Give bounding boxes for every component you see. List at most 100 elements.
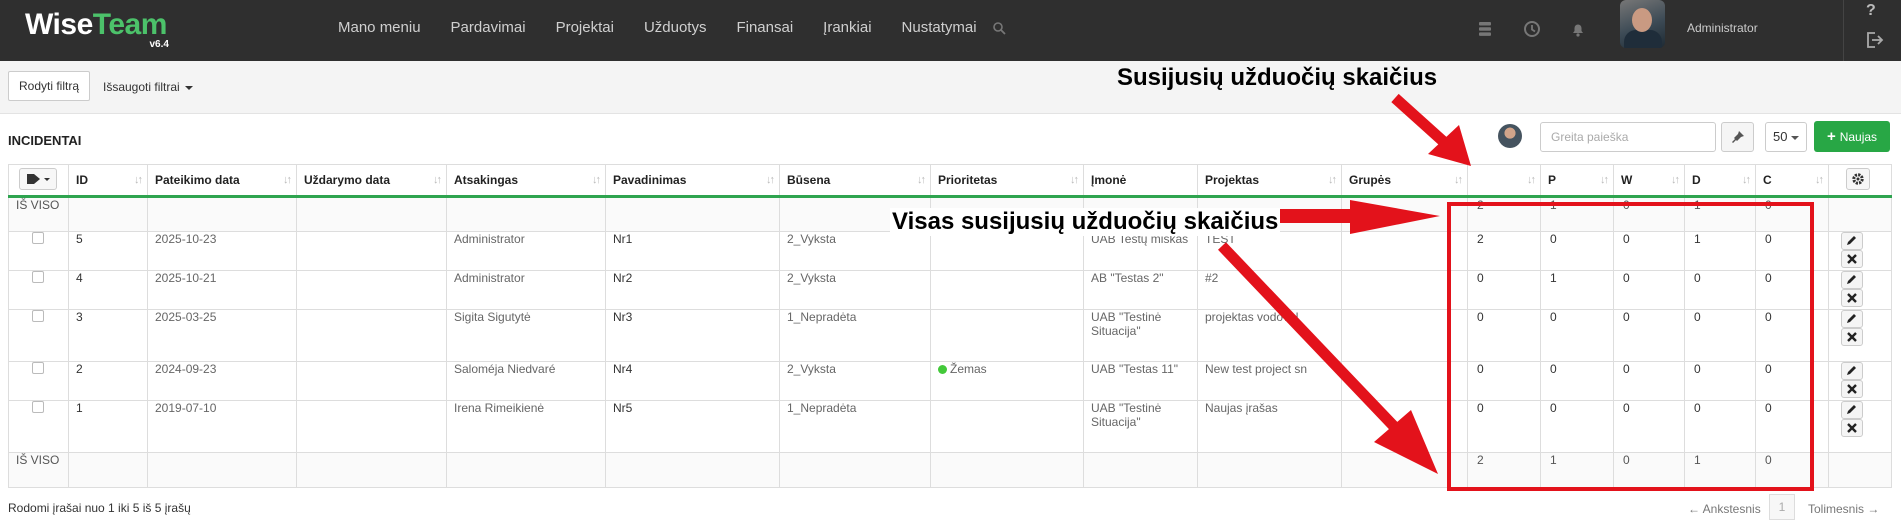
cell-name[interactable]: Nr5 — [605, 400, 780, 453]
sort-icon[interactable]: ↓↑ — [1742, 174, 1751, 186]
cell-company[interactable]: UAB "Testinė Situacija" — [1083, 400, 1198, 453]
records-info: Rodomi įrašai nuo 1 iki 5 iš 5 įrašų — [8, 501, 191, 515]
column-header-submit-date[interactable]: Pateikimo data ↓↑ — [147, 164, 297, 198]
nav-item-projektai[interactable]: Projektai — [556, 19, 614, 36]
show-filter-button[interactable]: Rodyti filtrą — [8, 71, 91, 101]
column-header-project[interactable]: Projektas ↓↑ — [1197, 164, 1342, 198]
edit-button[interactable] — [1841, 362, 1863, 380]
sort-icon[interactable]: ↓↑ — [917, 174, 926, 186]
bell-icon[interactable] — [1568, 19, 1588, 39]
nav-item-irankiai[interactable]: Įrankiai — [823, 19, 871, 36]
row-checkbox[interactable] — [32, 401, 44, 413]
nav-item-pardavimai[interactable]: Pardavimai — [451, 19, 526, 36]
sort-icon[interactable]: ↓↑ — [766, 174, 775, 186]
cell-project[interactable]: New test project sn — [1197, 361, 1342, 401]
delete-button[interactable] — [1841, 380, 1863, 398]
pin-button[interactable] — [1721, 122, 1754, 152]
clock-icon[interactable] — [1522, 19, 1542, 39]
column-header-d[interactable]: D ↓↑ — [1684, 164, 1756, 198]
edit-button[interactable] — [1841, 401, 1863, 419]
page-size-select[interactable]: 50 — [1765, 122, 1807, 152]
row-actions — [1828, 400, 1892, 453]
pager-page-number[interactable]: 1 — [1769, 494, 1795, 520]
cell-company[interactable]: UAB Testų miškas — [1083, 231, 1198, 271]
pager-next[interactable]: Tolimesnis → — [1808, 502, 1879, 516]
new-incident-button[interactable]: + Naujas — [1814, 121, 1890, 152]
user-avatar[interactable] — [1620, 0, 1665, 48]
column-header-c[interactable]: C ↓↑ — [1755, 164, 1829, 198]
row-checkbox[interactable] — [32, 271, 44, 283]
cell-project[interactable]: #2 — [1197, 270, 1342, 310]
edit-button[interactable] — [1841, 310, 1863, 328]
delete-button[interactable] — [1841, 419, 1863, 437]
saved-filters-dropdown[interactable]: Išsaugoti filtrai — [103, 80, 193, 94]
row-checkbox[interactable] — [32, 362, 44, 374]
top-navbar: WiseTeam v6.4 Mano meniu Pardavimai Proje… — [0, 0, 1901, 61]
cell-name[interactable]: Nr4 — [605, 361, 780, 401]
close-icon — [1847, 254, 1857, 264]
sort-icon[interactable]: ↓↑ — [1600, 174, 1609, 186]
sort-icon[interactable]: ↓↑ — [1328, 174, 1337, 186]
column-header-groups[interactable]: Grupės ↓↑ — [1341, 164, 1468, 198]
database-icon[interactable] — [1475, 19, 1495, 39]
app-logo[interactable]: WiseTeam v6.4 — [25, 8, 169, 50]
nav-item-finansai[interactable]: Finansai — [736, 19, 793, 36]
pencil-icon — [1847, 236, 1856, 245]
column-header-company[interactable]: Įmonė — [1083, 164, 1198, 198]
quick-search-input[interactable] — [1540, 122, 1716, 152]
cell-project[interactable]: projektas vodovul — [1197, 309, 1342, 362]
tag-filter-button[interactable] — [19, 168, 57, 190]
delete-button[interactable] — [1841, 328, 1863, 346]
cell-close-date — [296, 231, 447, 271]
sort-icon[interactable]: ↓↑ — [1454, 174, 1463, 186]
close-icon — [1847, 423, 1857, 433]
column-header-status[interactable]: Būsena ↓↑ — [779, 164, 931, 198]
column-header-id[interactable]: ID ↓↑ — [68, 164, 148, 198]
column-settings-header — [1828, 164, 1892, 198]
sort-icon[interactable]: ↓↑ — [283, 174, 292, 186]
sort-icon[interactable]: ↓↑ — [592, 174, 601, 186]
sort-icon[interactable]: ↓↑ — [1527, 174, 1536, 186]
cell-company[interactable]: UAB "Testinė Situacija" — [1083, 309, 1198, 362]
column-header-responsible[interactable]: Atsakingas ↓↑ — [446, 164, 606, 198]
nav-item-uzduotys[interactable]: Užduotys — [644, 19, 707, 36]
cell-name[interactable]: Nr3 — [605, 309, 780, 362]
column-header-total-tasks[interactable]: ↓↑ — [1467, 164, 1541, 198]
edit-button[interactable] — [1841, 271, 1863, 289]
column-header-close-date[interactable]: Uždarymo data ↓↑ — [296, 164, 447, 198]
cell-name[interactable]: Nr1 — [605, 231, 780, 271]
row-checkbox[interactable] — [32, 232, 44, 244]
column-header-name[interactable]: Pavadinimas ↓↑ — [605, 164, 780, 198]
pager-previous[interactable]: ← Ankstesnis — [1688, 502, 1761, 516]
pencil-icon — [1847, 314, 1856, 323]
nav-item-nustatymai[interactable]: Nustatymai — [902, 19, 977, 36]
user-name[interactable]: Administrator — [1687, 21, 1758, 35]
delete-button[interactable] — [1841, 250, 1863, 268]
sort-icon[interactable]: ↓↑ — [433, 174, 442, 186]
table-settings-button[interactable] — [1846, 168, 1870, 190]
sort-icon[interactable]: ↓↑ — [1070, 174, 1079, 186]
column-header-w[interactable]: W ↓↑ — [1613, 164, 1685, 198]
nav-item-mano-meniu[interactable]: Mano meniu — [338, 19, 421, 36]
sort-icon[interactable]: ↓↑ — [134, 174, 143, 186]
cell-submit-date: 2025-10-21 — [147, 270, 297, 310]
delete-button[interactable] — [1841, 289, 1863, 307]
user-avatar-small[interactable] — [1498, 124, 1522, 148]
help-icon[interactable]: ? — [1866, 2, 1876, 20]
column-header-p[interactable]: P ↓↑ — [1540, 164, 1614, 198]
cell-name[interactable]: Nr2 — [605, 270, 780, 310]
logout-icon[interactable] — [1864, 30, 1884, 50]
highlight-box — [1447, 202, 1814, 491]
sort-icon[interactable]: ↓↑ — [1815, 174, 1824, 186]
edit-button[interactable] — [1841, 232, 1863, 250]
cell-project[interactable]: Naujas įrašas — [1197, 400, 1342, 453]
row-checkbox[interactable] — [32, 310, 44, 322]
cell-company[interactable]: UAB "Testas 11" — [1083, 361, 1198, 401]
cell-company[interactable]: AB "Testas 2" — [1083, 270, 1198, 310]
cell-id: 5 — [68, 231, 148, 271]
cell-id: 3 — [68, 309, 148, 362]
search-icon[interactable] — [992, 21, 1006, 35]
sort-icon[interactable]: ↓↑ — [1671, 174, 1680, 186]
cell-project[interactable]: TEST — [1197, 231, 1342, 271]
column-header-priority[interactable]: Prioritetas ↓↑ — [930, 164, 1084, 198]
